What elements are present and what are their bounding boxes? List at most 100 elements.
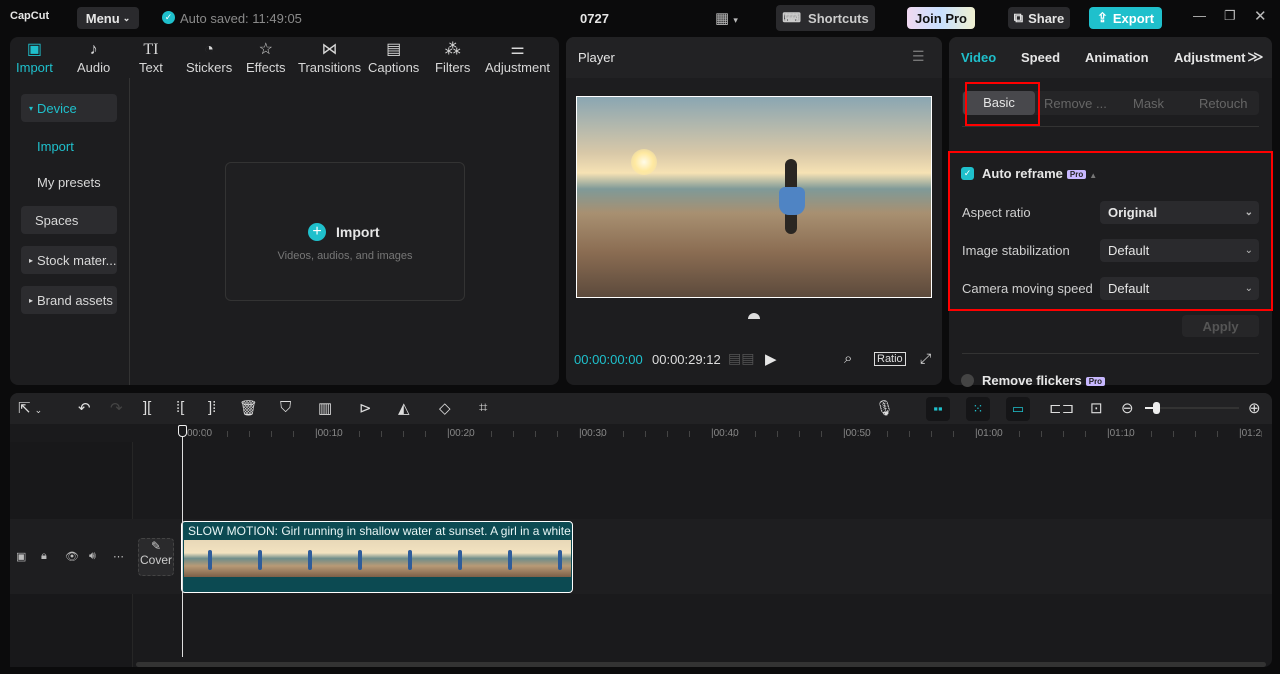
playhead-handle[interactable] (178, 425, 187, 437)
magnet-icon[interactable]: ▪▪ (926, 397, 950, 421)
menu-button[interactable]: Menu ⌄ (77, 7, 139, 29)
ruler-tick-text: 01:10 (1109, 428, 1135, 439)
join-pro-button[interactable]: Join Pro (907, 7, 975, 29)
sidebar-item-brand[interactable]: ▸ Brand assets (21, 286, 117, 314)
tab-audio[interactable]: ♪ Audio (77, 40, 110, 75)
volume-icon[interactable]: 🔊︎ (89, 550, 96, 563)
fullscreen-icon[interactable]: ⤢ (920, 350, 931, 367)
delete-icon[interactable]: 🗑 (239, 399, 258, 417)
ruler-tick-label: |00:10 (315, 428, 343, 439)
mirror-icon[interactable]: ◭ (398, 399, 410, 417)
subtab-mask[interactable]: Mask (1133, 96, 1164, 111)
menu-icon[interactable]: ☰ (912, 48, 925, 65)
auto-reframe-text: Auto reframe (982, 166, 1063, 181)
split-right-icon[interactable]: ]⁞ (208, 399, 216, 416)
export-button[interactable]: ⇪ Export (1089, 7, 1162, 29)
zoom-slider-thumb[interactable] (1153, 402, 1160, 414)
more-tabs-icon[interactable]: ≫ (1247, 47, 1264, 67)
microphone-icon[interactable]: 🎙 (875, 399, 894, 417)
speed-icon[interactable]: ⊳ (359, 399, 372, 417)
camera-speed-select[interactable]: Default ⌄ (1100, 277, 1259, 300)
select-value: Default (1108, 281, 1150, 296)
clip-thumbnail (234, 540, 284, 577)
sidebar-item-import[interactable]: Import (21, 132, 117, 160)
pro-badge: Pro (1085, 377, 1106, 387)
subtab-retouch[interactable]: Retouch (1199, 96, 1247, 111)
tab-captions[interactable]: ▤ Captions (368, 40, 419, 75)
ruler-tick-text: 01:00 (977, 428, 1003, 439)
tab-animation[interactable]: Animation (1085, 50, 1149, 65)
divider (962, 126, 1259, 127)
tab-speed[interactable]: Speed (1021, 50, 1060, 65)
preview-axis-icon[interactable]: ▭ (1006, 397, 1030, 421)
tab-video[interactable]: Video (961, 50, 996, 65)
close-icon[interactable]: ✕ (1254, 7, 1267, 25)
tab-transitions[interactable]: ⋈ Transitions (298, 40, 361, 75)
split-screen-icon[interactable]: ⊏⊐ (1049, 399, 1074, 417)
zoom-in-icon[interactable]: ⊕ (1248, 399, 1261, 417)
pro-badge: Pro (1066, 170, 1087, 180)
current-time: 00:00:00:00 (574, 352, 643, 367)
sidebar-label: Device (37, 100, 77, 116)
cover-button[interactable]: ✎ Cover (138, 538, 174, 576)
ruler-minor-tick (1195, 431, 1196, 437)
marker-icon[interactable]: ⛉ (280, 399, 291, 416)
tab-effects[interactable]: ☆ Effects (246, 40, 286, 75)
redo-icon[interactable]: ↷ (110, 399, 123, 417)
tab-adjustment[interactable]: ⚌ Adjustment (485, 40, 550, 75)
lock-icon[interactable]: 🔒︎ (41, 550, 47, 563)
undo-icon[interactable]: ↶ (78, 399, 91, 417)
filters-icon: ⁂ (444, 41, 461, 58)
crop-icon[interactable]: ⌗ (479, 399, 487, 416)
ruler-tick-text: 00:00 (187, 428, 213, 439)
stabilization-select[interactable]: Default ⌄ (1100, 239, 1259, 262)
ruler-minor-tick (271, 431, 272, 437)
minimize-icon[interactable]: — (1193, 8, 1206, 23)
tab-text[interactable]: TI Text (139, 40, 163, 75)
zoom-out-icon[interactable]: ⊖ (1121, 399, 1134, 417)
playhead[interactable] (182, 426, 183, 657)
freeze-icon[interactable]: ▥ (318, 399, 332, 417)
player-title: Player (578, 50, 615, 65)
video-preview[interactable] (576, 96, 932, 298)
sidebar-item-device[interactable]: ▾ Device (21, 94, 117, 122)
aspect-ratio-select[interactable]: Original ⌄ (1100, 201, 1259, 224)
zoom-fit-icon[interactable]: ⌕ (844, 350, 852, 367)
sidebar-item-presets[interactable]: My presets (21, 168, 117, 196)
more-icon[interactable]: ⋯ (113, 550, 124, 563)
zoom-to-fit-icon[interactable]: ⊡ (1090, 399, 1103, 417)
import-label: Import (336, 224, 380, 240)
ruler-minor-tick (667, 431, 668, 437)
subtab-remove[interactable]: Remove ... (1044, 96, 1107, 111)
tab-stickers[interactable]: ◔ Stickers (186, 40, 232, 75)
scrub-handle[interactable] (748, 313, 760, 319)
ratio-button[interactable]: Ratio (874, 352, 906, 366)
rotate-icon[interactable]: ◇ (439, 399, 451, 417)
eye-icon[interactable]: 👁︎ (65, 550, 79, 563)
ruler-minor-tick (865, 431, 866, 437)
select-tool-icon[interactable]: ⇱ ⌄ (18, 399, 42, 417)
ruler-minor-tick (425, 431, 426, 437)
sidebar-item-spaces[interactable]: Spaces (21, 206, 117, 234)
tab-filters[interactable]: ⁂ Filters (435, 40, 470, 75)
split-icon[interactable]: ][ (143, 399, 151, 416)
waveform-icon[interactable]: ▤▤ (728, 350, 754, 367)
ruler-minor-tick (601, 431, 602, 437)
collapse-icon[interactable]: ▲ (1089, 171, 1097, 180)
play-icon[interactable]: ▶ (765, 350, 777, 368)
horizontal-scrollbar[interactable] (136, 662, 1266, 667)
tab-adjustment-right[interactable]: Adjustment (1174, 50, 1246, 65)
tab-import[interactable]: ▣ Import (16, 40, 53, 75)
remove-flickers-checkbox[interactable] (961, 374, 974, 387)
share-button[interactable]: ⧉ Share (1008, 7, 1070, 29)
restore-icon[interactable]: ❐ (1224, 8, 1236, 24)
layout-icon[interactable]: ▦ ▾ (715, 9, 738, 27)
auto-reframe-label: Auto reframe Pro ▲ (982, 166, 1097, 181)
auto-reframe-checkbox[interactable]: ✓ (961, 167, 974, 180)
chevron-down-icon: ⌄ (122, 12, 131, 23)
sidebar-item-stock[interactable]: ▸ Stock mater... (21, 246, 117, 274)
link-icon[interactable]: ⁙ (966, 397, 990, 421)
shortcuts-button[interactable]: ⌨ Shortcuts (776, 5, 875, 31)
split-left-icon[interactable]: ⁞[ (176, 399, 184, 416)
apply-button[interactable]: Apply (1182, 315, 1259, 337)
